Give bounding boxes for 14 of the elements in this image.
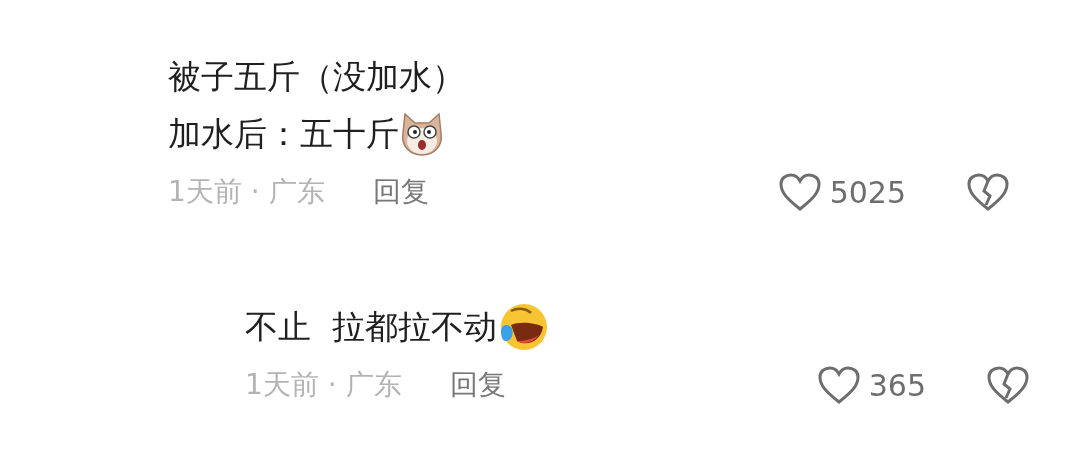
broken-heart-icon[interactable] [986, 365, 1030, 405]
comment-text: 被子五斤（没加水） [168, 56, 465, 98]
reply-button[interactable]: 回复 [372, 173, 429, 211]
like-count: 365 [868, 367, 926, 403]
broken-heart-icon[interactable] [966, 172, 1010, 212]
reply-button[interactable]: 回复 [449, 366, 506, 404]
heart-icon[interactable] [816, 365, 861, 405]
like-count: 5025 [829, 174, 906, 210]
comment-time-location: 1天前 · 广东 [168, 174, 325, 210]
comment-time-location: 1天前 · 广东 [245, 367, 402, 403]
heart-icon[interactable] [777, 172, 822, 212]
comment-text: 加水后：五十斤 [168, 113, 399, 155]
dog-face-emoji [399, 110, 445, 157]
comment-text: 不止 拉都拉不动 [245, 306, 497, 348]
